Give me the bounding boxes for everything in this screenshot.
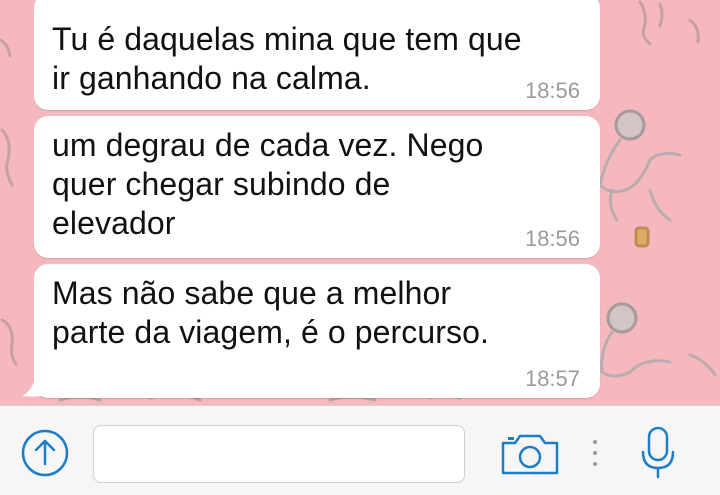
message-text: um degrau de cada vez. Nego quer chegar … <box>52 127 484 241</box>
message-bubble-1[interactable]: Tu é daquelas mina que tem que ir ganhan… <box>34 0 600 110</box>
separator-dots <box>593 440 597 466</box>
chat-area[interactable]: Tu é daquelas mina que tem que ir ganhan… <box>0 0 720 405</box>
message-input[interactable] <box>93 425 465 483</box>
message-text: Mas não sabe que a melhor parte da viage… <box>52 275 490 350</box>
message-bubble-3[interactable]: Mas não sabe que a melhor parte da viage… <box>34 264 600 398</box>
message-timestamp: 18:56 <box>524 78 580 103</box>
wallpaper-figure-mid-right <box>598 109 682 248</box>
message-timestamp: 18:57 <box>524 366 580 391</box>
wallpaper-figure-left <box>0 38 18 366</box>
camera-icon[interactable] <box>500 432 560 476</box>
wallpaper-figure-top-right <box>638 0 700 46</box>
microphone-icon[interactable] <box>640 426 676 480</box>
bubble-tail-icon <box>22 372 50 397</box>
message-bubble-2[interactable]: um degrau de cada vez. Nego quer chegar … <box>34 116 600 258</box>
message-text: Tu é daquelas mina que tem que ir ganhan… <box>52 21 522 96</box>
wallpaper-figure-low-right <box>600 302 717 378</box>
message-timestamp: 18:56 <box>524 226 580 251</box>
arrow-up-circle-icon[interactable] <box>20 428 70 478</box>
message-input-bar <box>0 405 720 495</box>
